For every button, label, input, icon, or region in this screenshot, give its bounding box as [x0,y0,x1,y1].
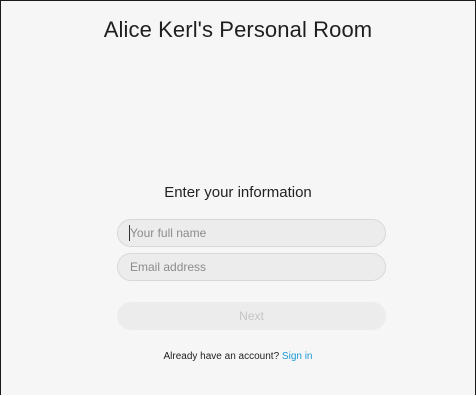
text-cursor [129,225,130,241]
account-prompt-text: Already have an account? [163,351,280,362]
account-prompt: Already have an account? Sign in [1,351,475,362]
next-button[interactable]: Next [117,302,386,330]
email-address-input[interactable] [117,253,386,281]
sign-in-link[interactable]: Sign in [282,351,313,362]
full-name-input[interactable] [117,219,386,247]
form-heading: Enter your information [164,184,312,201]
personal-room-join-page: Alice Kerl's Personal Room Enter your in… [0,0,476,395]
room-title: Alice Kerl's Personal Room [103,17,373,42]
